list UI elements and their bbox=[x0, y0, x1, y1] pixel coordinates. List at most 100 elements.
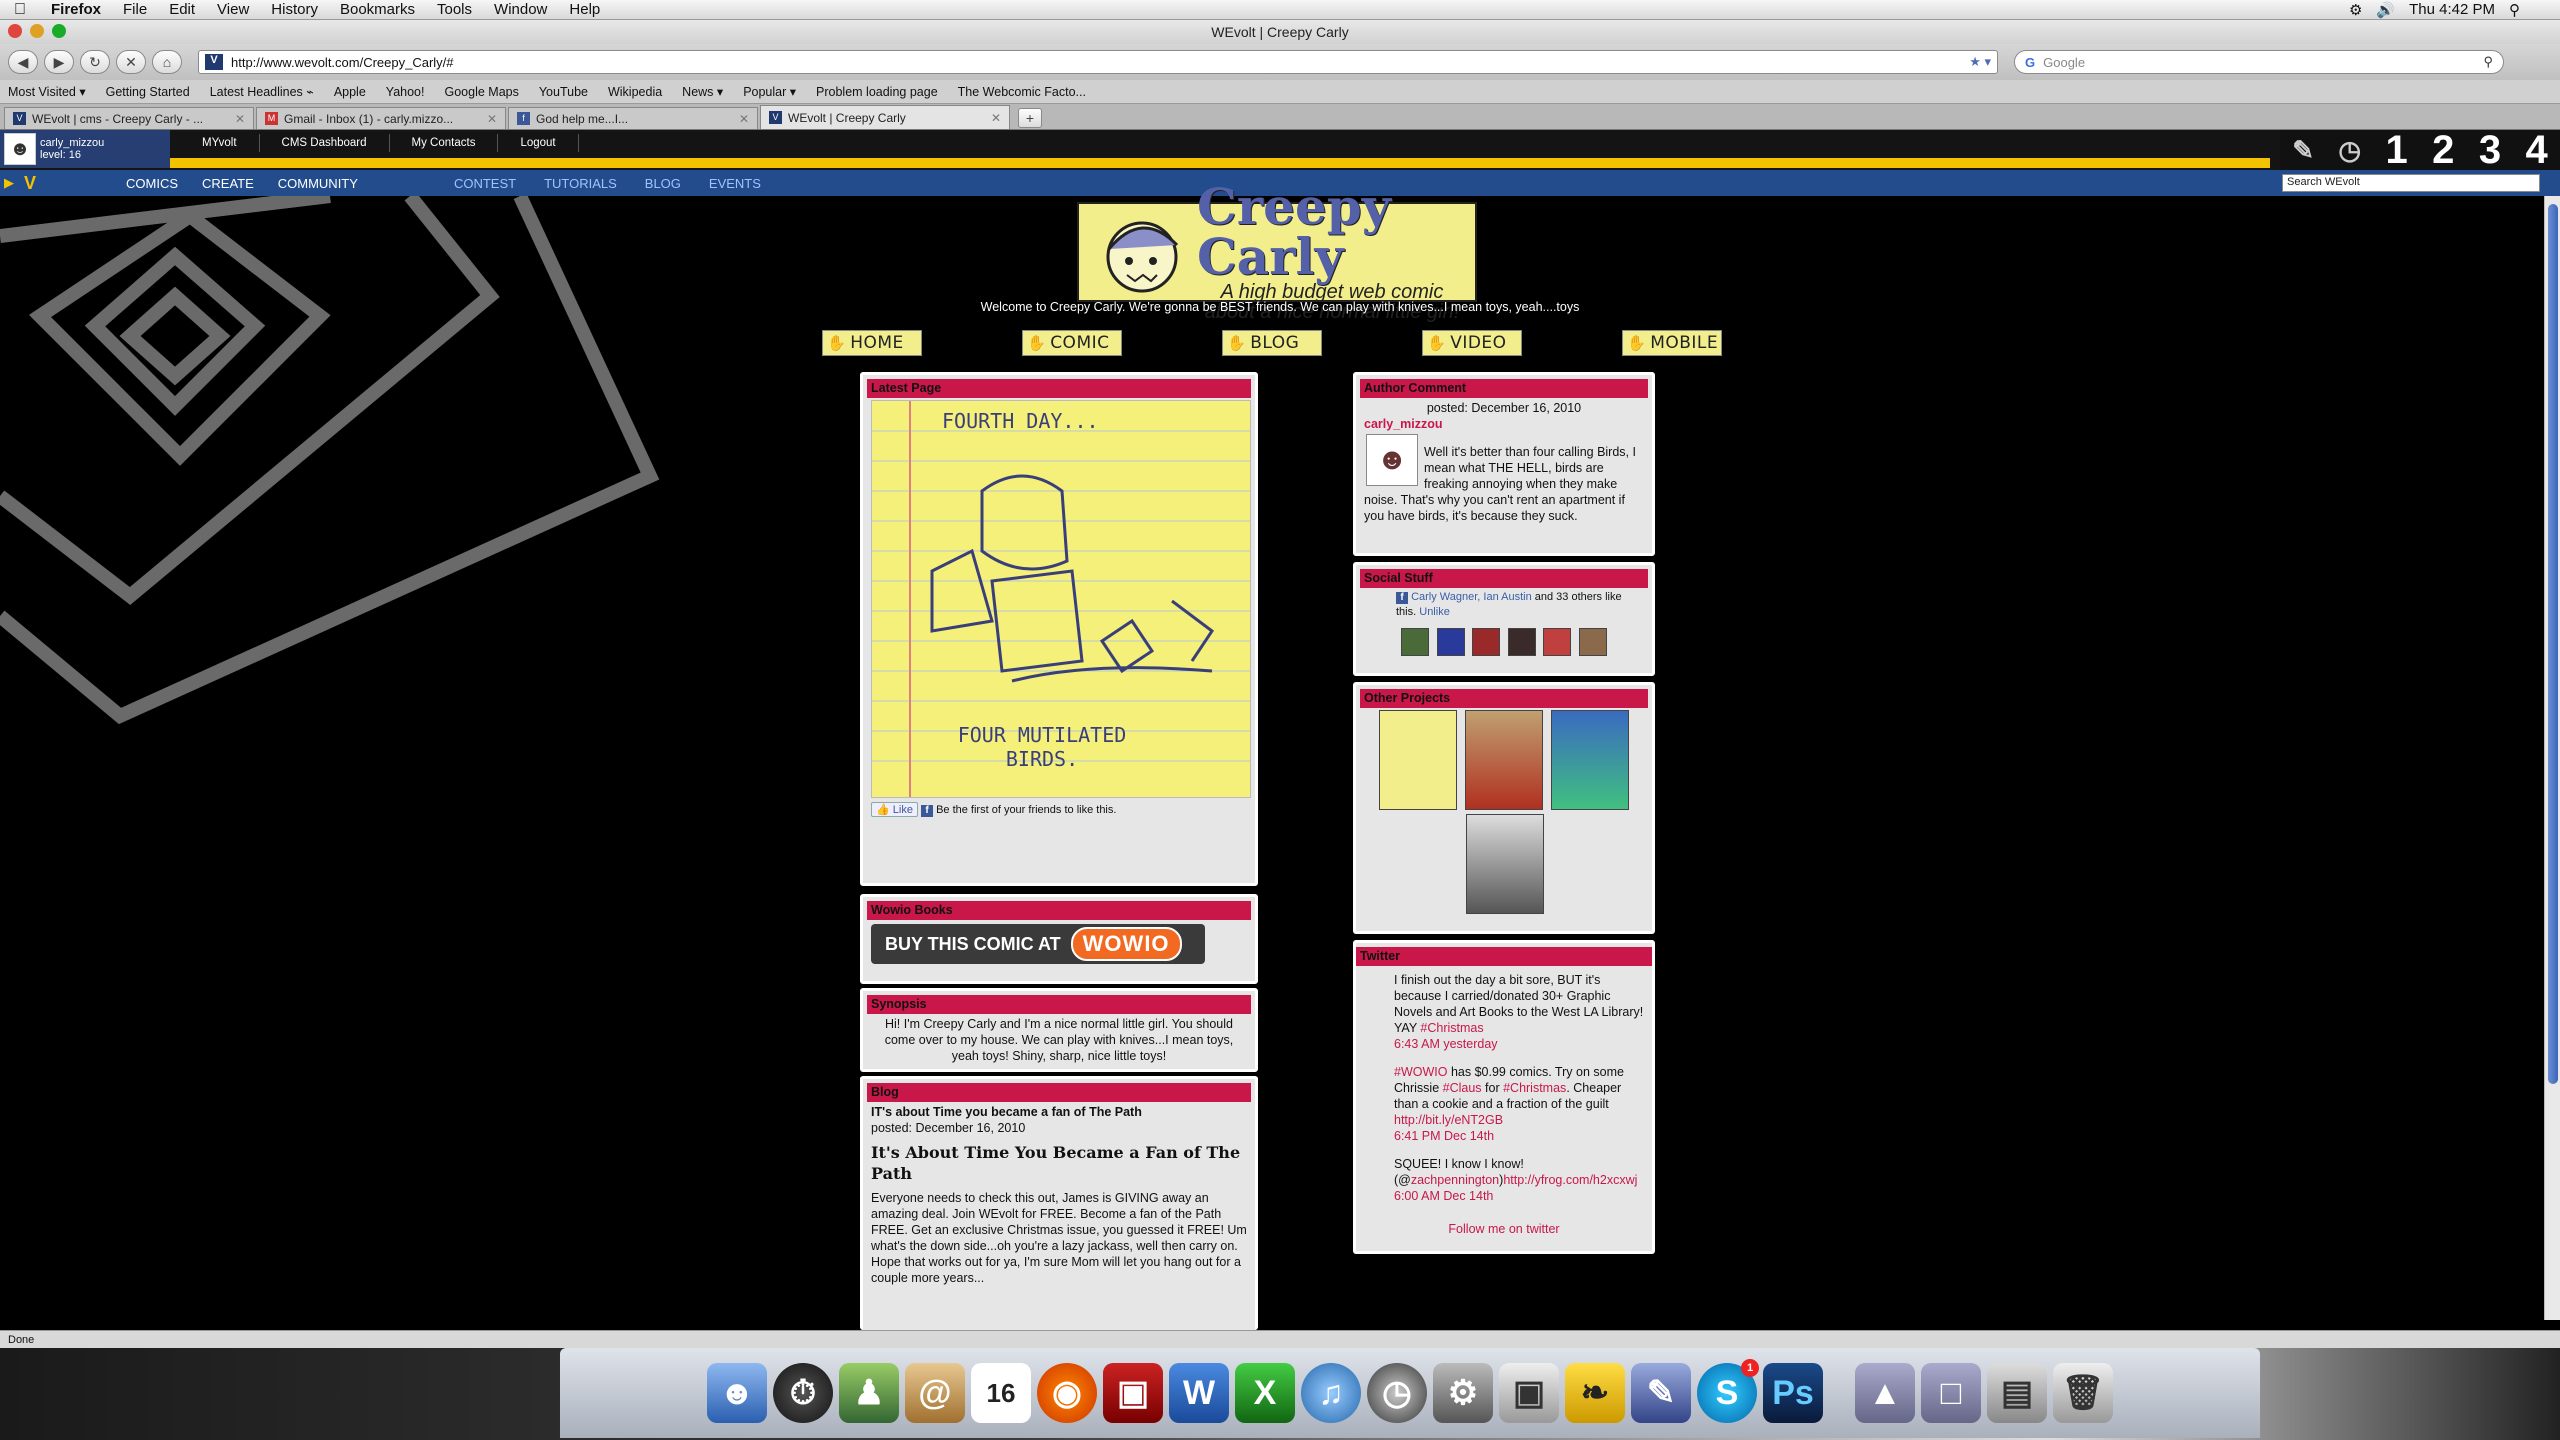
photo-booth-icon[interactable]: ▣ bbox=[1103, 1363, 1163, 1423]
nav-contest[interactable]: CONTEST bbox=[440, 176, 530, 191]
bookmark-item[interactable]: Popular ▾ bbox=[743, 84, 796, 99]
tweet-link[interactable]: http://bit.ly/eNT2GB bbox=[1394, 1113, 1503, 1127]
username[interactable]: carly_mizzou bbox=[40, 137, 104, 149]
system-preferences-icon[interactable]: ⚙ bbox=[1433, 1363, 1493, 1423]
wevolt-logo[interactable]: V bbox=[24, 173, 114, 194]
excel-icon[interactable]: X bbox=[1235, 1363, 1295, 1423]
home-button[interactable]: ⌂ bbox=[152, 50, 182, 74]
close-window-button[interactable] bbox=[8, 24, 22, 38]
nav-cms-dashboard[interactable]: CMS Dashboard bbox=[260, 134, 390, 152]
close-tab-icon[interactable]: ✕ bbox=[235, 112, 245, 126]
blog-post-small-title[interactable]: IT's about Time you became a fan of The … bbox=[871, 1104, 1247, 1120]
dashboard-icon[interactable]: ⏱ bbox=[773, 1363, 833, 1423]
iphoto-icon[interactable]: ▣ bbox=[1499, 1363, 1559, 1423]
buy-at-wowio-button[interactable]: BUY THIS COMIC AT WOWIO bbox=[871, 924, 1205, 964]
fan-avatar[interactable] bbox=[1543, 628, 1572, 656]
bookmark-star-icon[interactable]: ★ ▾ bbox=[1969, 54, 1991, 70]
mention-link[interactable]: zachpennington bbox=[1411, 1173, 1499, 1187]
avatar[interactable]: ☻ bbox=[4, 133, 36, 165]
bookmark-item[interactable]: Getting Started bbox=[106, 85, 190, 99]
tweet-time[interactable]: 6:00 AM Dec 14th bbox=[1394, 1189, 1493, 1203]
scrollbar-thumb[interactable] bbox=[2548, 204, 2558, 1084]
menu-app[interactable]: Firefox bbox=[40, 1, 112, 18]
comic-nav-blog[interactable]: ✋ BLOG bbox=[1222, 330, 1322, 356]
hashtag-link[interactable]: #Claus bbox=[1443, 1081, 1482, 1095]
tweet-time[interactable]: 6:41 PM Dec 14th bbox=[1394, 1129, 1494, 1143]
minimize-window-button[interactable] bbox=[30, 24, 44, 38]
itunes-icon[interactable]: ♫ bbox=[1301, 1363, 1361, 1423]
bookmark-item[interactable]: The Webcomic Facto... bbox=[958, 85, 1086, 99]
page-scrollbar[interactable] bbox=[2544, 196, 2560, 1320]
tweet-time[interactable]: 6:43 AM yesterday bbox=[1394, 1037, 1498, 1051]
follow-on-twitter-link[interactable]: Follow me on twitter bbox=[1394, 1222, 1644, 1236]
search-icon[interactable]: ⚲ bbox=[2509, 1, 2520, 19]
clock[interactable]: Thu 4:42 PM bbox=[2409, 1, 2495, 18]
time-machine-icon[interactable]: ◷ bbox=[1367, 1363, 1427, 1423]
forward-button[interactable]: ▶ bbox=[44, 50, 74, 74]
menu-bookmarks[interactable]: Bookmarks bbox=[329, 1, 426, 18]
nav-my-contacts[interactable]: My Contacts bbox=[390, 134, 499, 152]
search-bar[interactable]: G Google ⚲ bbox=[2014, 50, 2504, 74]
comic-nav-home[interactable]: ✋ HOME bbox=[822, 330, 922, 356]
twitter-client-icon[interactable]: ❧ bbox=[1565, 1363, 1625, 1423]
pencil-icon[interactable]: ✎ bbox=[2292, 135, 2314, 166]
comic-nav-video[interactable]: ✋ VIDEO bbox=[1422, 330, 1522, 356]
url-text[interactable]: http://www.wevolt.com/Creepy_Carly/# bbox=[231, 55, 454, 70]
nav-arrow-icon[interactable]: ▶ bbox=[4, 175, 14, 191]
project-thumbnail[interactable] bbox=[1550, 710, 1629, 810]
blog-post-title[interactable]: It's About Time You Became a Fan of The … bbox=[871, 1142, 1247, 1184]
menu-history[interactable]: History bbox=[260, 1, 329, 18]
nav-community[interactable]: COMMUNITY bbox=[266, 176, 370, 191]
menu-view[interactable]: View bbox=[206, 1, 260, 18]
fan-avatar[interactable] bbox=[1400, 628, 1429, 656]
latest-comic-page[interactable]: FOURTH DAY... FOUR MUTILATED BIRDS. bbox=[871, 400, 1251, 798]
author-avatar[interactable]: ☻ bbox=[1366, 434, 1418, 486]
nav-events[interactable]: EVENTS bbox=[695, 176, 775, 191]
wevolt-search-input[interactable]: Search WEvolt bbox=[2282, 174, 2540, 192]
address-book-icon[interactable]: @ bbox=[905, 1363, 965, 1423]
comic-banner[interactable]: Creepy Carly A high budget web comic abo… bbox=[1077, 182, 1477, 322]
close-tab-icon[interactable]: ✕ bbox=[739, 112, 749, 126]
tool-number-1[interactable]: 1 bbox=[2386, 128, 2408, 173]
applications-folder-icon[interactable]: ▲ bbox=[1855, 1363, 1915, 1423]
tool-number-4[interactable]: 4 bbox=[2525, 128, 2547, 173]
trash-icon[interactable]: 🗑 bbox=[2053, 1363, 2113, 1423]
menu-edit[interactable]: Edit bbox=[158, 1, 206, 18]
tool-number-3[interactable]: 3 bbox=[2479, 128, 2501, 173]
bookmark-item[interactable]: Google Maps bbox=[445, 85, 519, 99]
tweet-link[interactable]: http://yfrog.com/h2xcxwj bbox=[1503, 1173, 1637, 1187]
stop-button[interactable]: ✕ bbox=[116, 50, 146, 74]
user-box[interactable]: ☻ carly_mizzou level: 16 bbox=[0, 130, 170, 168]
back-button[interactable]: ◀ bbox=[8, 50, 38, 74]
clock-icon[interactable]: ◷ bbox=[2338, 135, 2361, 166]
ichat-icon[interactable]: ♟ bbox=[839, 1363, 899, 1423]
word-icon[interactable]: W bbox=[1169, 1363, 1229, 1423]
unlike-link[interactable]: Unlike bbox=[1419, 606, 1450, 618]
bookmark-item[interactable]: Most Visited ▾ bbox=[8, 84, 86, 99]
bookmark-item[interactable]: Problem loading page bbox=[816, 85, 938, 99]
reload-button[interactable]: ↻ bbox=[80, 50, 110, 74]
menu-help[interactable]: Help bbox=[558, 1, 611, 18]
nav-create[interactable]: CREATE bbox=[190, 176, 266, 191]
bookmark-item[interactable]: Latest Headlines ⌁ bbox=[210, 84, 314, 99]
preview-icon[interactable]: ✎ bbox=[1631, 1363, 1691, 1423]
apple-menu-icon[interactable]:  bbox=[0, 1, 40, 19]
comic-nav-mobile[interactable]: ✋ MOBILE bbox=[1622, 330, 1722, 356]
project-thumbnail[interactable] bbox=[1379, 710, 1458, 810]
magnifier-icon[interactable]: ⚲ bbox=[2483, 54, 2493, 70]
close-tab-icon[interactable]: ✕ bbox=[487, 112, 497, 126]
menu-file[interactable]: File bbox=[112, 1, 158, 18]
facebook-like-button[interactable]: 👍 Like bbox=[871, 802, 918, 817]
new-tab-button[interactable]: + bbox=[1018, 108, 1042, 128]
finder-icon[interactable]: ☻ bbox=[707, 1363, 767, 1423]
hashtag-link[interactable]: #Christmas bbox=[1503, 1081, 1566, 1095]
bookmark-item[interactable]: News ▾ bbox=[682, 84, 723, 99]
spotlight-icon[interactable]: ⚙ bbox=[2349, 1, 2362, 19]
tool-number-2[interactable]: 2 bbox=[2432, 128, 2454, 173]
comic-nav-comic[interactable]: ✋ COMIC bbox=[1022, 330, 1122, 356]
bookmark-item[interactable]: Apple bbox=[334, 85, 366, 99]
photoshop-icon[interactable]: Ps bbox=[1763, 1363, 1823, 1423]
documents-folder-icon[interactable]: □ bbox=[1921, 1363, 1981, 1423]
fan-avatar[interactable] bbox=[1507, 628, 1536, 656]
hashtag-link[interactable]: #Christmas bbox=[1420, 1021, 1483, 1035]
